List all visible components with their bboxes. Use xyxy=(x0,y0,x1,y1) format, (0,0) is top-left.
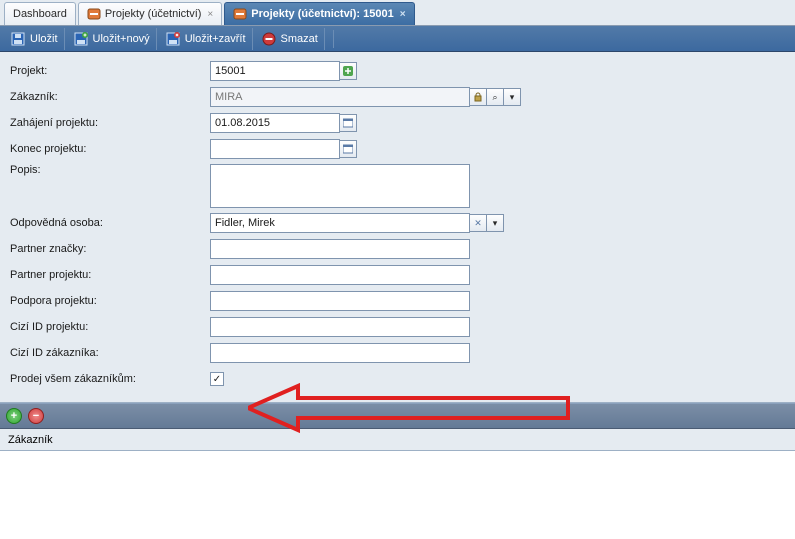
tab-label: Projekty (účetnictví) xyxy=(105,8,202,20)
toolbar-separator xyxy=(333,30,334,48)
add-row-button[interactable]: + xyxy=(6,408,22,424)
delete-button[interactable]: Smazat xyxy=(255,28,325,50)
zahajeni-calendar-button[interactable] xyxy=(339,114,357,132)
save-close-button[interactable]: Uložit+zavřít xyxy=(159,28,253,50)
main-toolbar: Uložit Uložit+nový Uložit+zavřít Smazat xyxy=(0,26,795,52)
form-panel: Projekt: Zákazník: ⌕ ▾ Zahájení projektu… xyxy=(0,52,795,403)
partner-znacky-label: Partner značky: xyxy=(10,243,210,255)
button-label: Uložit xyxy=(30,33,58,45)
zakaznik-label: Zákazník: xyxy=(10,91,210,103)
cizi-id-projektu-input[interactable] xyxy=(210,317,470,337)
floppy-close-icon xyxy=(165,31,181,47)
partner-projektu-input[interactable] xyxy=(210,265,470,285)
odpovedna-clear-button[interactable]: ✕ xyxy=(469,214,487,232)
odpovedna-label: Odpovědná osoba: xyxy=(10,217,210,229)
konec-label: Konec projektu: xyxy=(10,143,210,155)
podpora-label: Podpora projektu: xyxy=(10,295,210,307)
minus-icon: − xyxy=(33,410,39,422)
tab-projekty[interactable]: Projekty (účetnictví) × xyxy=(78,2,222,25)
konec-calendar-button[interactable] xyxy=(339,140,357,158)
projekt-input[interactable] xyxy=(210,61,340,81)
chevron-down-icon: ▾ xyxy=(493,218,498,229)
button-label: Smazat xyxy=(281,33,318,45)
grid-header: Zákazník xyxy=(0,429,795,451)
cizi-id-zakaznika-input[interactable] xyxy=(210,343,470,363)
cizi-id-projektu-label: Cizí ID projektu: xyxy=(10,321,210,333)
grid-body[interactable] xyxy=(0,451,795,511)
close-icon[interactable]: × xyxy=(207,9,213,20)
konec-input[interactable] xyxy=(210,139,340,159)
zakaznik-lock-button[interactable] xyxy=(469,88,487,106)
tab-projekty-detail[interactable]: Projekty (účetnictví): 15001 × xyxy=(224,2,414,25)
check-icon: ✓ xyxy=(213,374,221,385)
podpora-input[interactable] xyxy=(210,291,470,311)
floppy-plus-icon xyxy=(73,31,89,47)
zakaznik-dropdown-button[interactable]: ▾ xyxy=(503,88,521,106)
prodej-vsem-checkbox[interactable]: ✓ xyxy=(210,372,224,386)
delete-icon xyxy=(261,31,277,47)
partner-projektu-label: Partner projektu: xyxy=(10,269,210,281)
button-label: Uložit+zavřít xyxy=(185,33,246,45)
calendar-icon xyxy=(343,118,353,128)
zakaznik-search-button[interactable]: ⌕ xyxy=(486,88,504,106)
button-label: Uložit+nový xyxy=(93,33,150,45)
tab-bar: Dashboard Projekty (účetnictví) × Projek… xyxy=(0,0,795,26)
chevron-down-icon: ▾ xyxy=(510,92,515,103)
grid-col-zakaznik[interactable]: Zákazník xyxy=(8,434,53,446)
calendar-icon xyxy=(343,144,353,154)
tab-label: Dashboard xyxy=(13,8,67,20)
odpovedna-dropdown-button[interactable]: ▾ xyxy=(486,214,504,232)
odpovedna-input[interactable] xyxy=(210,213,470,233)
tab-label: Projekty (účetnictví): 15001 xyxy=(251,8,393,20)
popis-label: Popis: xyxy=(10,164,210,176)
clear-icon: ✕ xyxy=(474,218,482,229)
zahajeni-input[interactable] xyxy=(210,113,340,133)
plus-box-icon xyxy=(343,66,353,76)
zakaznik-input xyxy=(210,87,470,107)
save-button[interactable]: Uložit xyxy=(4,28,65,50)
close-icon[interactable]: × xyxy=(400,9,406,20)
delete-row-button[interactable]: − xyxy=(28,408,44,424)
lock-icon xyxy=(473,92,483,102)
cizi-id-zakaznika-label: Cizí ID zákazníka: xyxy=(10,347,210,359)
popis-textarea[interactable] xyxy=(210,164,470,208)
prodej-vsem-label: Prodej všem zákazníkům: xyxy=(10,373,210,385)
zahajeni-label: Zahájení projektu: xyxy=(10,117,210,129)
search-icon: ⌕ xyxy=(492,92,497,103)
tab-dashboard[interactable]: Dashboard xyxy=(4,2,76,25)
save-new-button[interactable]: Uložit+nový xyxy=(67,28,157,50)
plus-icon: + xyxy=(11,410,17,422)
floppy-icon xyxy=(10,31,26,47)
project-icon xyxy=(233,7,247,21)
partner-znacky-input[interactable] xyxy=(210,239,470,259)
projekt-label: Projekt: xyxy=(10,65,210,77)
grid-toolbar: + − xyxy=(0,403,795,429)
projekt-picker-button[interactable] xyxy=(339,62,357,80)
project-icon xyxy=(87,7,101,21)
